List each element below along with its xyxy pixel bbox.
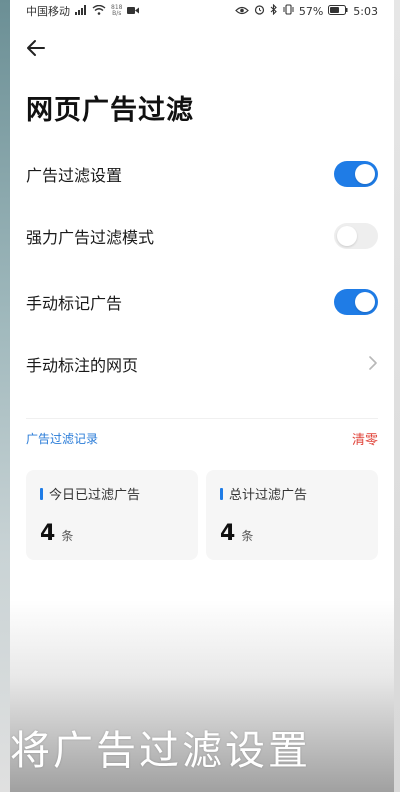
section-divider — [26, 418, 378, 419]
battery-icon — [328, 4, 348, 18]
today-filtered-card: 今日已过滤广告 4 条 — [26, 470, 198, 560]
setting-label-strong-filter: 强力广告过滤模式 — [26, 228, 155, 247]
chevron-right-icon — [368, 355, 378, 374]
total-filtered-card: 总计过滤广告 4 条 — [206, 470, 378, 560]
setting-row-strong-filter[interactable]: 强力广告过滤模式 — [26, 216, 378, 256]
back-arrow-icon — [27, 40, 45, 56]
setting-label-manual-mark: 手动标记广告 — [26, 294, 123, 313]
setting-row-manual-mark[interactable]: 手动标记广告 — [26, 282, 378, 322]
setting-row-ad-filter[interactable]: 广告过滤设置 — [26, 154, 378, 194]
records-section-title: 广告过滤记录 — [26, 431, 99, 446]
video-icon — [127, 5, 140, 18]
accent-bar — [220, 487, 223, 500]
strong-filter-toggle[interactable] — [334, 223, 378, 249]
status-left: 中国移动 818 B/s — [26, 3, 140, 19]
manual-mark-toggle[interactable] — [334, 289, 378, 315]
today-filtered-count: 4 — [40, 521, 56, 546]
total-filtered-unit: 条 — [241, 529, 254, 543]
total-filtered-value-row: 4 条 — [220, 521, 364, 546]
network-speed: 818 B/s — [111, 5, 122, 17]
toggle-knob — [355, 292, 375, 312]
video-caption: 将广告过滤设置 — [10, 728, 311, 774]
eye-icon — [234, 5, 249, 18]
left-edge-background — [0, 0, 10, 792]
total-filtered-count: 4 — [220, 521, 236, 546]
wifi-icon — [92, 4, 106, 18]
today-filtered-label: 今日已过滤广告 — [49, 488, 141, 503]
status-right: 57% 5:03 — [234, 3, 378, 18]
toggle-knob — [337, 226, 357, 246]
setting-row-marked-pages[interactable]: 手动标注的网页 — [26, 344, 378, 384]
records-section-header: 广告过滤记录 清零 — [26, 428, 378, 448]
setting-label-ad-filter: 广告过滤设置 — [26, 166, 123, 185]
accent-bar — [40, 487, 43, 500]
clock: 5:03 — [353, 4, 378, 18]
battery-percent: 57% — [298, 4, 324, 18]
signal-icon — [75, 4, 87, 18]
ad-filter-toggle[interactable] — [334, 161, 378, 187]
toggle-knob — [355, 164, 375, 184]
right-edge-background — [394, 0, 400, 792]
phone-screen: 中国移动 818 B/s 57% 5:03 网页广告过滤 广告过滤设置 强力广告… — [10, 0, 394, 792]
today-filtered-header: 今日已过滤广告 — [40, 484, 184, 503]
network-speed-unit: B/s — [112, 10, 122, 17]
status-bar: 中国移动 818 B/s 57% 5:03 — [10, 0, 394, 22]
total-filtered-header: 总计过滤广告 — [220, 484, 364, 503]
vibrate-icon — [283, 4, 294, 18]
bluetooth-icon — [270, 3, 278, 18]
page-title: 网页广告过滤 — [26, 95, 194, 126]
today-filtered-unit: 条 — [61, 529, 74, 543]
total-filtered-label: 总计过滤广告 — [229, 488, 308, 503]
carrier-label: 中国移动 — [26, 5, 70, 18]
today-filtered-value-row: 4 条 — [40, 521, 184, 546]
alarm-icon — [254, 4, 265, 18]
clear-button[interactable]: 清零 — [352, 429, 378, 448]
back-button[interactable] — [24, 36, 48, 60]
setting-label-marked-pages: 手动标注的网页 — [26, 356, 139, 375]
